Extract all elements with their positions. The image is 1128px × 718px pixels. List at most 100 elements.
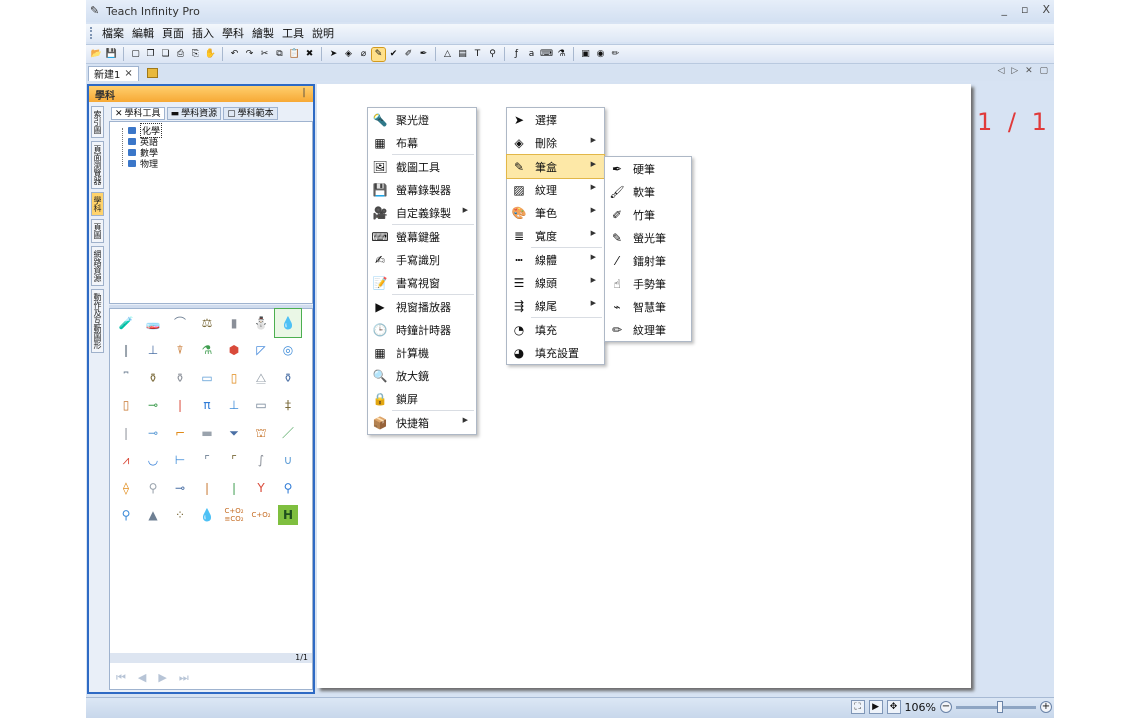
- tap-icon[interactable]: ⌒: [167, 309, 193, 337]
- tree-item[interactable]: 物理: [128, 158, 312, 170]
- separatory-funnel-icon[interactable]: ⟠: [113, 474, 139, 502]
- color-pen-icon[interactable]: ✐: [402, 48, 415, 61]
- thermometer-icon[interactable]: ❙: [113, 337, 139, 365]
- abc-icon[interactable]: a: [525, 48, 538, 61]
- menu-draw[interactable]: 繪製: [248, 25, 278, 41]
- trough-icon[interactable]: ▭: [194, 364, 220, 392]
- menu-item[interactable]: 🎨 筆色 ▶: [507, 201, 604, 224]
- navigate-icon[interactable]: ✥: [886, 700, 901, 714]
- menu-item[interactable]: ◔ 填充: [507, 318, 604, 341]
- dropper-icon[interactable]: ❘: [167, 392, 193, 420]
- cut-icon[interactable]: ✂: [258, 48, 271, 61]
- menu-tools[interactable]: 工具: [278, 25, 308, 41]
- conical-flask-icon[interactable]: ⧋: [248, 364, 274, 392]
- menu-item[interactable]: ◈ 刪除 ▶: [507, 131, 604, 154]
- volumetric-flask-icon[interactable]: ⚱: [275, 364, 301, 392]
- spirit-lamp-icon[interactable]: ⛄: [248, 309, 274, 337]
- triangle-icon[interactable]: △: [441, 48, 454, 61]
- zoom-in-button[interactable]: +: [1040, 701, 1052, 713]
- beaker-icon[interactable]: 🧪: [113, 309, 139, 337]
- record-icon[interactable]: ◉: [594, 48, 607, 61]
- menu-item[interactable]: ▦ 計算機: [368, 341, 476, 364]
- burette-stand-icon[interactable]: ⚗: [194, 337, 220, 365]
- filter-funnel-icon[interactable]: ⚲: [275, 474, 301, 502]
- save-icon[interactable]: 💾: [105, 48, 118, 61]
- formula-c-o2-icon[interactable]: C+O₂ ≡CO₂: [221, 502, 247, 530]
- eraser-icon[interactable]: ◈: [342, 48, 355, 61]
- hydrogen-tile-icon[interactable]: H: [278, 505, 298, 526]
- paste-icon[interactable]: 📋: [288, 48, 301, 61]
- paste-page-icon[interactable]: ❏: [159, 48, 172, 61]
- test-tube-icon[interactable]: 🧫: [140, 309, 166, 337]
- vertical-tab[interactable]: 索引圖: [91, 106, 104, 138]
- print-icon[interactable]: ⎙: [174, 48, 187, 61]
- doc-tab-close-icon[interactable]: ×: [124, 68, 132, 79]
- clamp-stand-icon[interactable]: ⊥: [221, 392, 247, 420]
- copy-page-icon[interactable]: ❐: [144, 48, 157, 61]
- hand-icon[interactable]: ✋: [204, 48, 217, 61]
- highlighter-icon[interactable]: ✒: [417, 48, 430, 61]
- vertical-tab[interactable]: 網路資源: [91, 246, 104, 286]
- menu-item[interactable]: ▦ 布幕: [368, 131, 476, 154]
- vertical-tab[interactable]: 頁圖: [91, 219, 104, 243]
- menu-item[interactable]: ⇶ 線尾 ▶: [507, 294, 604, 317]
- gas-bottle-icon[interactable]: ▮: [221, 309, 247, 337]
- tab-subject-templates[interactable]: ▢ 學科範本: [223, 107, 278, 120]
- tab-subject-resources[interactable]: ▬ 學科資源: [166, 107, 222, 120]
- menu-item[interactable]: ✒ 硬筆: [605, 157, 691, 180]
- battery-icon[interactable]: ▭: [248, 392, 274, 420]
- flame-icon[interactable]: 💧: [274, 308, 302, 338]
- s-tube-icon[interactable]: ∫: [248, 447, 274, 475]
- funnel-stand-icon[interactable]: ⚲: [113, 502, 139, 530]
- menu-item[interactable]: ✐ 竹筆: [605, 203, 691, 226]
- menu-item[interactable]: ➤ 選擇: [507, 108, 604, 131]
- reagent-bottle-icon[interactable]: ▯: [221, 364, 247, 392]
- three-way-icon[interactable]: ⊸: [167, 474, 193, 502]
- text-icon[interactable]: T: [471, 48, 484, 61]
- menu-item[interactable]: ⁄ 鐳射筆: [605, 249, 691, 272]
- menu-item[interactable]: 🔦 聚光燈: [368, 108, 476, 131]
- menu-help[interactable]: 說明: [308, 25, 338, 41]
- film-icon[interactable]: ▤: [456, 48, 469, 61]
- menu-edit[interactable]: 編輯: [128, 25, 158, 41]
- balance-icon[interactable]: ⚖: [194, 309, 220, 337]
- new-page-icon[interactable]: ▢: [129, 48, 142, 61]
- tube-rack-icon[interactable]: ⎴: [113, 364, 139, 392]
- menu-item[interactable]: ☝ 手勢筆: [605, 272, 691, 295]
- wood-block-icon[interactable]: ⏷: [221, 419, 247, 447]
- bunsen-burner-icon[interactable]: ⛫: [248, 419, 274, 447]
- flask-icon[interactable]: ⚗: [555, 48, 568, 61]
- vertical-tab[interactable]: 學科: [91, 192, 104, 216]
- menu-page[interactable]: 頁面: [158, 25, 188, 41]
- math-icon[interactable]: ƒ: [510, 48, 523, 61]
- menu-subject[interactable]: 學科: [218, 25, 248, 41]
- minimize-button[interactable]: _: [1001, 3, 1007, 16]
- menu-item[interactable]: ⌁ 智慧筆: [605, 295, 691, 318]
- menu-item[interactable]: ◕ 填充設置: [507, 341, 604, 364]
- particles-icon[interactable]: ⁘: [167, 502, 193, 530]
- select-icon[interactable]: ➤: [327, 48, 340, 61]
- distiller-icon[interactable]: ‡: [275, 392, 301, 420]
- dropper-pipette-icon[interactable]: ❘: [113, 419, 139, 447]
- stand-icon[interactable]: ⊥: [140, 337, 166, 365]
- play-icon[interactable]: ▶: [868, 700, 883, 714]
- menu-item[interactable]: 🎥 自定義錄製 ▶: [368, 201, 476, 224]
- bent-tube-icon[interactable]: ⌐: [167, 419, 193, 447]
- drop-icon[interactable]: 💧: [194, 502, 220, 530]
- print-preview-icon[interactable]: ⎘: [189, 48, 202, 61]
- menu-item[interactable]: ≣ 寬度 ▶: [507, 224, 604, 247]
- wide-bottle-icon[interactable]: ▯: [113, 392, 139, 420]
- menu-item[interactable]: 🖌 軟筆: [605, 180, 691, 203]
- menu-item[interactable]: ⌨ 螢幕鍵盤: [368, 225, 476, 248]
- menu-item[interactable]: 🔒 鎖屏: [368, 387, 476, 410]
- brush-icon[interactable]: ✏: [609, 48, 622, 61]
- vertical-tab[interactable]: 頁面瀏覽器: [91, 141, 104, 189]
- straight-tube-icon[interactable]: ❘: [221, 474, 247, 502]
- zoom-slider[interactable]: [956, 700, 1036, 713]
- first-page-button[interactable]: ⏮: [116, 671, 126, 685]
- connector-icon[interactable]: ⊢: [167, 447, 193, 475]
- formula-c-o-icon[interactable]: C+O₂: [248, 502, 274, 530]
- menu-insert[interactable]: 插入: [188, 25, 218, 41]
- shape-icon[interactable]: ⌀: [357, 48, 370, 61]
- keyboard-icon[interactable]: ⌨: [540, 48, 553, 61]
